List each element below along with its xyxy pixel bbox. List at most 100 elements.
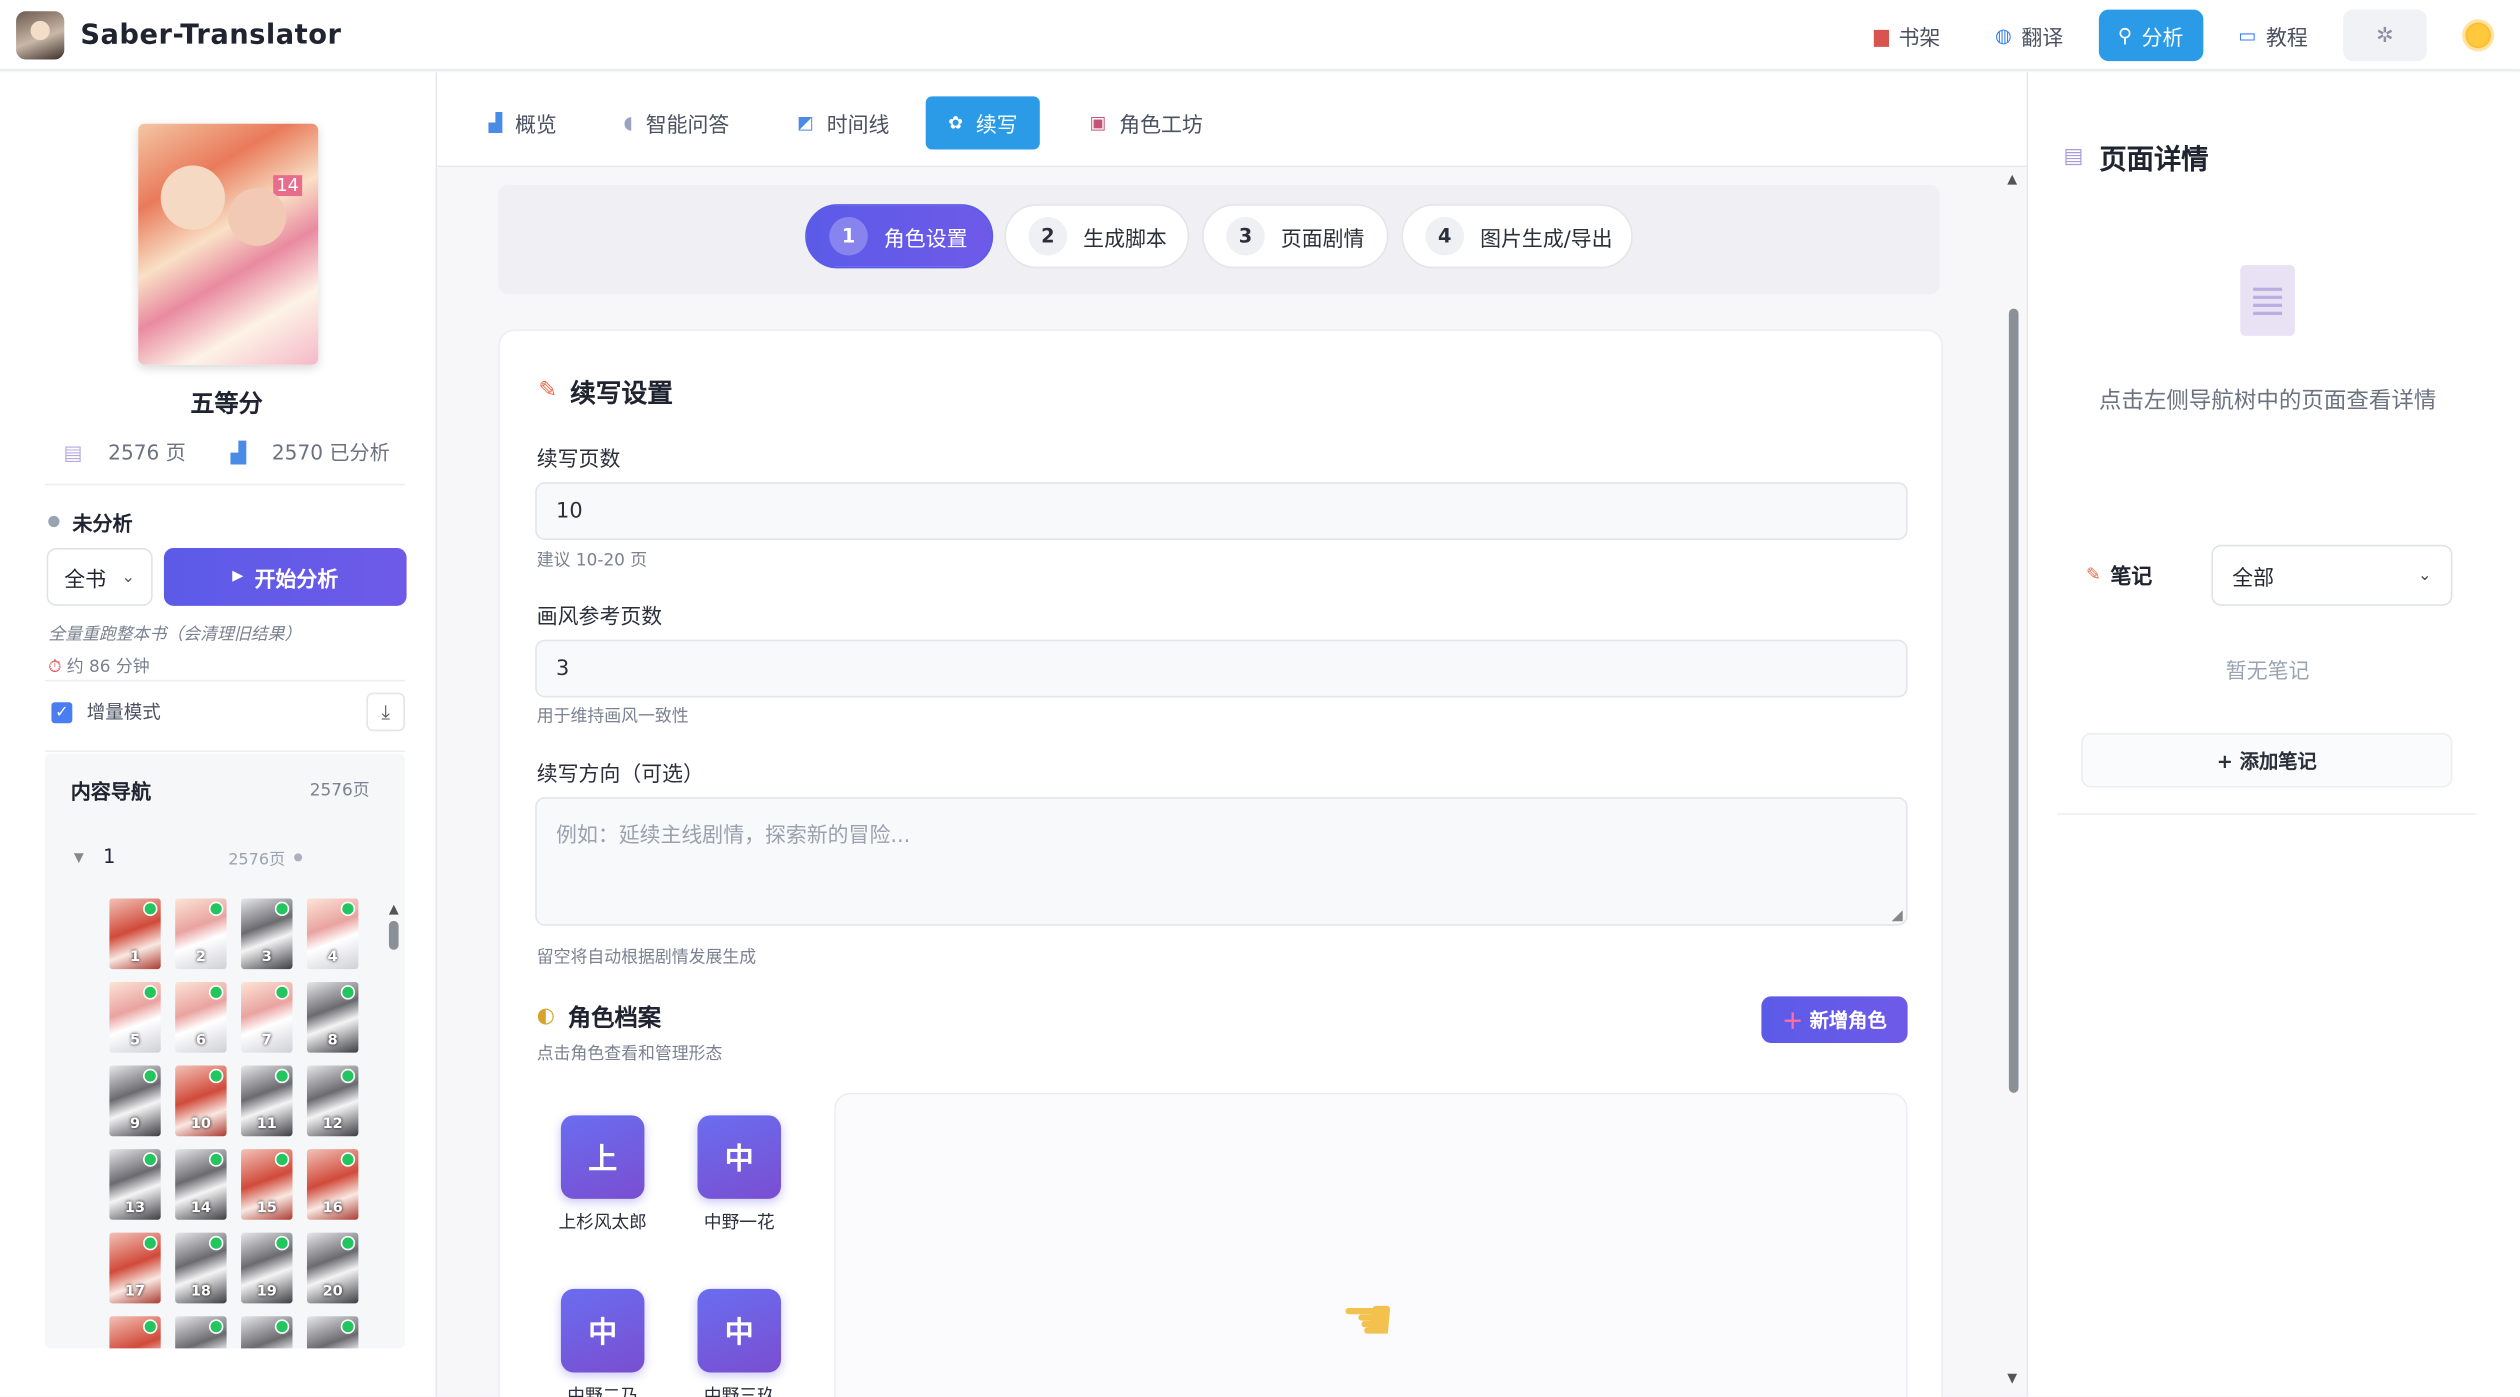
incremental-checkbox[interactable]: ✓ bbox=[51, 701, 73, 723]
page-thumbnail[interactable]: 3 bbox=[241, 898, 293, 970]
incremental-mode[interactable]: ✓ 增量模式 bbox=[51, 699, 161, 725]
style-ref-label: 画风参考页数 bbox=[536, 605, 663, 630]
analyzed-status-dot bbox=[208, 1152, 224, 1167]
direction-textarea[interactable]: 例如：延续主线剧情，探索新的冒险... ◢ bbox=[535, 797, 1908, 926]
page-thumbnail[interactable]: 16 bbox=[306, 1149, 359, 1220]
status-text: 未分析 bbox=[72, 511, 133, 536]
scroll-down-arrow-icon[interactable]: ▼ bbox=[2007, 1371, 2017, 1385]
tab-label: 概览 bbox=[515, 114, 557, 139]
timer-icon: ⏱ bbox=[48, 657, 67, 677]
page-thumbnail[interactable]: 11 bbox=[241, 1065, 293, 1137]
play-icon: ▶ bbox=[232, 568, 244, 585]
page-thumbnail[interactable]: 6 bbox=[175, 981, 227, 1053]
page-thumbnail[interactable]: 4 bbox=[306, 898, 359, 970]
scope-select[interactable]: 全书 ⌄ bbox=[46, 548, 153, 606]
step-label: 图片生成/导出 bbox=[1480, 227, 1613, 252]
analyzed-status-dot bbox=[274, 1068, 290, 1084]
character-name: 中野一花 bbox=[703, 1211, 775, 1233]
notes-filter-select[interactable]: 全部 ⌄ bbox=[2211, 544, 2453, 606]
add-note-button[interactable]: + 添加笔记 bbox=[2081, 732, 2453, 788]
tree-node-1[interactable]: ▼ 1 2576页 bbox=[74, 845, 389, 869]
page-thumbnail[interactable]: 19 bbox=[241, 1232, 293, 1304]
navtree-title: 内容导航 bbox=[70, 779, 152, 804]
page-thumbnail[interactable]: 14 bbox=[175, 1149, 227, 1220]
page-icon: ▤ bbox=[63, 440, 89, 465]
tab-overview[interactable]: ▟ 概览 bbox=[466, 96, 579, 149]
page-thumbnail[interactable]: 10 bbox=[175, 1065, 227, 1137]
page-thumbnail[interactable]: 18 bbox=[175, 1232, 227, 1304]
scroll-up-arrow-icon[interactable]: ▲ bbox=[2007, 172, 2017, 186]
step-image-export[interactable]: 4 图片生成/导出 bbox=[1401, 204, 1633, 269]
nav-bookshelf[interactable]: ▆ 书架 bbox=[1855, 10, 1960, 61]
notes-label: ✎ 笔记 bbox=[2086, 559, 2152, 590]
divider bbox=[44, 483, 405, 486]
page-thumbnail[interactable]: 15 bbox=[241, 1149, 293, 1220]
page-thumbnail[interactable]: 5 bbox=[109, 981, 161, 1053]
tab-character-workshop[interactable]: ▣ 角色工坊 bbox=[1067, 96, 1225, 149]
tab-continue[interactable]: ✿ 续写 bbox=[925, 96, 1041, 150]
page-number: 18 bbox=[190, 1284, 211, 1301]
scroll-up-arrow-icon[interactable]: ▲ bbox=[389, 902, 399, 916]
app-logo bbox=[16, 10, 65, 59]
analyzed-status-dot bbox=[274, 1235, 290, 1251]
tab-timeline[interactable]: ◩ 时间线 bbox=[775, 96, 912, 149]
page-thumbnail[interactable]: 20 bbox=[306, 1232, 359, 1304]
step-page-plot[interactable]: 3 页面剧情 bbox=[1202, 204, 1389, 269]
nav-analyze[interactable]: ⚲ 分析 bbox=[2098, 9, 2203, 62]
page-thumbnail[interactable]: 17 bbox=[109, 1232, 161, 1304]
step-character-setup[interactable]: 1 角色设置 bbox=[805, 204, 994, 269]
character-item[interactable]: 中中野二乃 bbox=[538, 1288, 667, 1397]
page-thumbnail[interactable]: 2 bbox=[175, 898, 227, 970]
page-number: 3 bbox=[261, 949, 272, 966]
page-number: 16 bbox=[322, 1200, 343, 1217]
page-thumbnail[interactable]: 24 bbox=[306, 1316, 359, 1349]
page-detail-panel: ▤ 页面详情 点击左侧导航树中的页面查看详情 ✎ 笔记 全部 ⌄ 暂无笔记 + 添加笔… bbox=[2026, 72, 2520, 1397]
bar-chart-icon: ▟ bbox=[230, 440, 253, 465]
character-item[interactable]: 中中野三玖 bbox=[675, 1288, 804, 1397]
page-thumbnail[interactable]: 7 bbox=[241, 981, 293, 1053]
style-ref-input[interactable]: 3 bbox=[535, 639, 1908, 698]
tab-label: 续写 bbox=[975, 114, 1018, 139]
status-dot bbox=[48, 515, 60, 528]
content-nav-tree: 内容导航 2576页 ▼ 1 2576页 1 2 3 4 5 6 7 8 9 10 11 12 13 14… bbox=[44, 753, 405, 1349]
page-thumbnail[interactable]: 13 bbox=[109, 1149, 161, 1220]
page-thumbnail[interactable]: 1 bbox=[109, 898, 161, 970]
page-number: 11 bbox=[256, 1116, 277, 1134]
top-header: Saber-Translator ▆ 书架 ◍ 翻译 ⚲ 分析 ▭ 教程 ✲ bbox=[0, 0, 2520, 71]
resize-grip-icon[interactable]: ◢ bbox=[1892, 908, 1903, 924]
document-icon bbox=[2240, 265, 2295, 336]
start-analysis-button[interactable]: ▶ 开始分析 bbox=[163, 548, 407, 606]
add-character-button[interactable]: ＋新增角色 bbox=[1761, 996, 1908, 1044]
tree-scrollbar[interactable] bbox=[388, 920, 399, 950]
page-thumbnail[interactable]: 21 bbox=[109, 1316, 161, 1349]
page-thumbnail[interactable]: 9 bbox=[109, 1065, 161, 1137]
pages-input[interactable]: 10 bbox=[535, 482, 1908, 540]
divider bbox=[44, 750, 405, 753]
add-character-label: 新增角色 bbox=[1809, 1009, 1887, 1032]
main-scrollbar[interactable] bbox=[2008, 308, 2019, 1093]
page-thumbnail[interactable]: 22 bbox=[175, 1316, 227, 1349]
theme-toggle-sun-icon[interactable] bbox=[2465, 22, 2492, 49]
book-cover[interactable]: 14 bbox=[138, 123, 319, 365]
caret-down-icon[interactable]: ▼ bbox=[74, 849, 84, 863]
page-number: 10 bbox=[190, 1116, 211, 1134]
page-thumbnail[interactable]: 12 bbox=[306, 1065, 359, 1137]
download-button[interactable]: ⤓ bbox=[366, 692, 405, 732]
page-thumbnail[interactable]: 23 bbox=[241, 1316, 293, 1349]
pages-count: 2576 页 bbox=[108, 440, 186, 465]
analyzed-status-dot bbox=[143, 1319, 158, 1334]
character-name: 上杉风太郎 bbox=[558, 1211, 647, 1233]
download-icon: ⤓ bbox=[381, 699, 390, 723]
character-item[interactable]: 中中野一花 bbox=[675, 1115, 804, 1234]
nav-tutorial[interactable]: ▭ 教程 bbox=[2219, 10, 2327, 61]
pages-label: 续写页数 bbox=[536, 448, 621, 473]
page-number: 6 bbox=[195, 1033, 206, 1050]
step-generate-script[interactable]: 2 生成脚本 bbox=[1004, 204, 1190, 269]
settings-button[interactable]: ✲ bbox=[2343, 9, 2427, 62]
direction-hint: 留空将自动根据剧情发展生成 bbox=[536, 948, 757, 968]
pages-stat: ▤ 2576 页 bbox=[54, 440, 196, 464]
nav-translate[interactable]: ◍ 翻译 bbox=[1976, 10, 2083, 61]
character-item[interactable]: 上上杉风太郎 bbox=[538, 1115, 667, 1234]
tab-qa[interactable]: ◖ 智能问答 bbox=[601, 96, 752, 149]
page-thumbnail[interactable]: 8 bbox=[306, 981, 359, 1053]
